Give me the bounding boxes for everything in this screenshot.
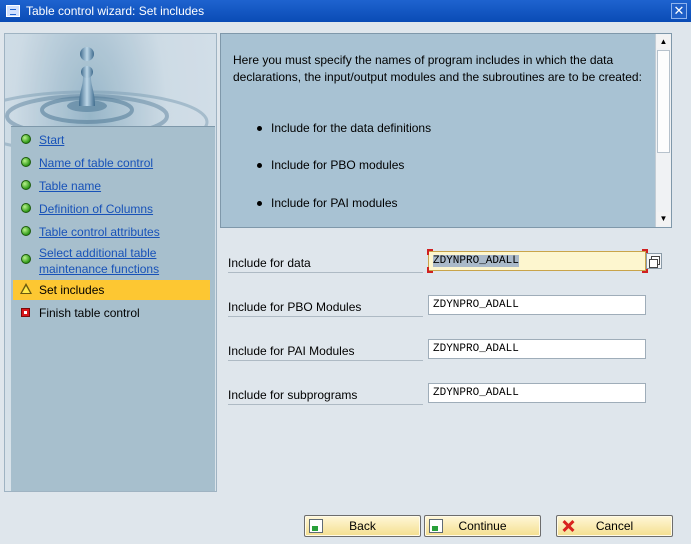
- include-pbo-row: Include for PBO Modules ZDYNPRO_ADALL: [228, 295, 678, 317]
- include-data-input[interactable]: ZDYNPRO_ADALL: [428, 251, 646, 271]
- step-label[interactable]: Definition of Columns: [39, 201, 153, 217]
- back-button[interactable]: Back: [304, 515, 421, 537]
- red-square-icon: [19, 306, 33, 320]
- cancel-button[interactable]: Cancel: [556, 515, 673, 537]
- green-light-icon: [19, 225, 33, 239]
- value-help-icon[interactable]: [646, 253, 662, 269]
- include-subprograms-row: Include for subprograms ZDYNPRO_ADALL: [228, 383, 678, 405]
- close-icon[interactable]: ✕: [671, 3, 687, 19]
- title-bar: Table control wizard: Set includes ✕: [0, 0, 691, 22]
- step-label[interactable]: Table name: [39, 178, 101, 194]
- step-label[interactable]: Table control attributes: [39, 224, 160, 240]
- continue-icon: [429, 519, 443, 533]
- window-icon: [6, 5, 20, 17]
- include-data-row: Include for data ZDYNPRO_ADALL: [228, 249, 678, 273]
- step-label[interactable]: Name of table control: [39, 155, 153, 171]
- include-pai-row: Include for PAI Modules ZDYNPRO_ADALL: [228, 339, 678, 361]
- green-light-icon: [19, 133, 33, 147]
- include-pbo-label: Include for PBO Modules: [228, 299, 423, 317]
- step-table-name[interactable]: Table name: [13, 178, 210, 194]
- info-bullet: Include for PAI modules: [257, 196, 398, 210]
- step-name-of-table-control[interactable]: Name of table control: [13, 155, 210, 171]
- include-data-label: Include for data: [228, 255, 423, 273]
- include-subprograms-label: Include for subprograms: [228, 387, 423, 405]
- scroll-down-icon[interactable]: ▼: [657, 212, 670, 225]
- focus-corner: [427, 267, 433, 273]
- info-bullet: Include for PBO modules: [256, 158, 405, 172]
- info-scrollbar[interactable]: ▲ ▼: [655, 34, 671, 227]
- include-pai-input[interactable]: ZDYNPRO_ADALL: [428, 339, 646, 359]
- step-label[interactable]: Select additional table maintenance func…: [39, 245, 179, 277]
- info-text: Here you must specify the names of progr…: [233, 53, 642, 84]
- step-finish-table-control[interactable]: Finish table control: [13, 305, 210, 321]
- back-icon: [309, 519, 323, 533]
- wizard-step-panel: Start Name of table control Table name D…: [4, 33, 217, 492]
- green-light-icon: [19, 253, 33, 267]
- button-bar: Back Continue Cancel: [0, 515, 691, 537]
- info-bullet: Include for the data definitions: [256, 121, 432, 135]
- step-table-control-attributes[interactable]: Table control attributes: [13, 224, 210, 240]
- step-start[interactable]: Start: [13, 132, 210, 148]
- step-set-includes[interactable]: Set includes: [13, 280, 210, 300]
- green-light-icon: [19, 202, 33, 216]
- step-select-additional-functions[interactable]: Select additional table maintenance func…: [13, 245, 210, 277]
- include-pbo-input[interactable]: ZDYNPRO_ADALL: [428, 295, 646, 315]
- step-label[interactable]: Finish table control: [39, 305, 140, 321]
- info-panel: Here you must specify the names of progr…: [220, 33, 672, 228]
- cancel-icon: [561, 519, 575, 533]
- warning-triangle-icon: [19, 283, 33, 297]
- green-light-icon: [19, 179, 33, 193]
- step-definition-of-columns[interactable]: Definition of Columns: [13, 201, 210, 217]
- include-data-value: ZDYNPRO_ADALL: [433, 255, 519, 267]
- focus-corner: [427, 249, 433, 255]
- step-label[interactable]: Start: [39, 132, 64, 148]
- include-pai-label: Include for PAI Modules: [228, 343, 423, 361]
- scroll-thumb[interactable]: [657, 50, 670, 153]
- step-label[interactable]: Set includes: [39, 282, 104, 298]
- step-list: Start Name of table control Table name D…: [11, 126, 215, 491]
- window-title: Table control wizard: Set includes: [26, 4, 205, 18]
- green-light-icon: [19, 156, 33, 170]
- continue-button[interactable]: Continue: [424, 515, 541, 537]
- scroll-up-icon[interactable]: ▲: [657, 35, 670, 48]
- include-subprograms-input[interactable]: ZDYNPRO_ADALL: [428, 383, 646, 403]
